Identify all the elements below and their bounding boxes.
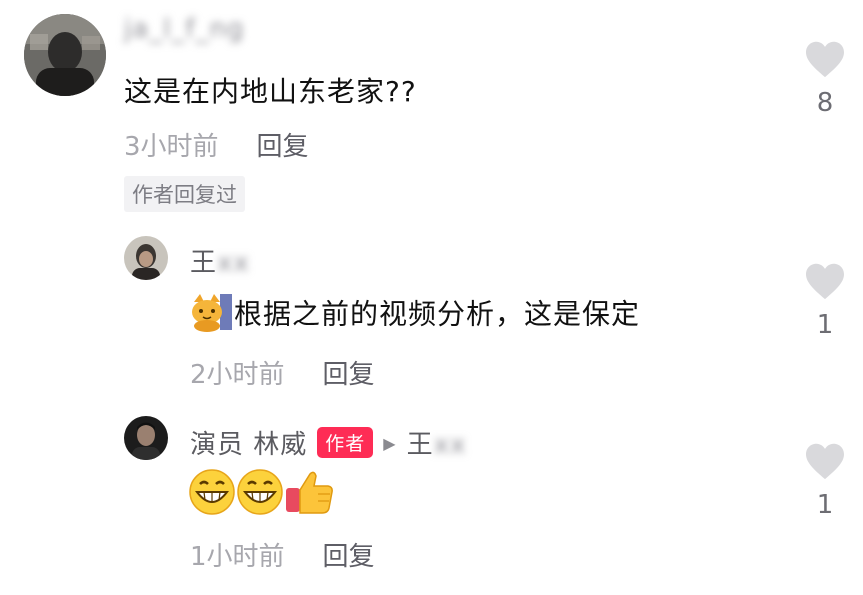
author-replied-tag: 作者回复过 — [124, 176, 245, 212]
like-button[interactable]: 1 — [800, 262, 850, 340]
heart-icon — [806, 263, 844, 300]
like-count: 8 — [816, 88, 834, 118]
cat-icon — [190, 292, 234, 339]
avatar-image — [124, 416, 168, 460]
reply-to-name[interactable]: 王xx — [407, 430, 467, 460]
reply-button[interactable]: 回复 — [323, 542, 375, 572]
avatar[interactable] — [124, 236, 168, 280]
play-arrow-icon: ▶ — [383, 434, 397, 453]
grin-icon — [188, 468, 236, 520]
avatar-image — [24, 14, 106, 96]
like-count: 1 — [816, 490, 834, 520]
like-button[interactable]: 8 — [800, 40, 850, 118]
comment-meta: 3小时前 回复 — [124, 126, 309, 163]
comment-time: 3小时前 — [124, 132, 219, 162]
like-button[interactable]: 1 — [800, 442, 850, 520]
reply-meta: 1小时前 回复 — [190, 536, 375, 573]
reply-username-row: 演员 林威 作者 ▶ 王xx — [190, 424, 466, 461]
grin-icon — [236, 468, 284, 520]
heart-icon — [806, 443, 844, 480]
avatar-image — [124, 236, 168, 280]
reply-emojis — [188, 468, 334, 520]
avatar[interactable] — [24, 14, 106, 96]
reply-meta: 2小时前 回复 — [190, 354, 375, 391]
reply-username[interactable]: 王xx — [190, 242, 250, 279]
comment-text: 这是在内地山东老家?? — [124, 75, 417, 108]
thumbs-up-icon — [284, 468, 334, 520]
reply-text-row: 根据之前的视频分析，这是保定 — [190, 292, 640, 339]
comment-username[interactable]: ja_l_f_ng — [124, 14, 245, 44]
like-count: 1 — [816, 310, 834, 340]
reply-text: 根据之前的视频分析，这是保定 — [234, 297, 641, 331]
reply-time: 2小时前 — [190, 360, 285, 390]
avatar[interactable] — [124, 416, 168, 460]
author-name[interactable]: 演员 林威 — [190, 430, 307, 460]
heart-icon — [806, 41, 844, 78]
reply-time: 1小时前 — [190, 542, 285, 572]
reply-button[interactable]: 回复 — [257, 132, 309, 162]
author-badge: 作者 — [317, 427, 374, 458]
reply-button[interactable]: 回复 — [323, 360, 375, 390]
